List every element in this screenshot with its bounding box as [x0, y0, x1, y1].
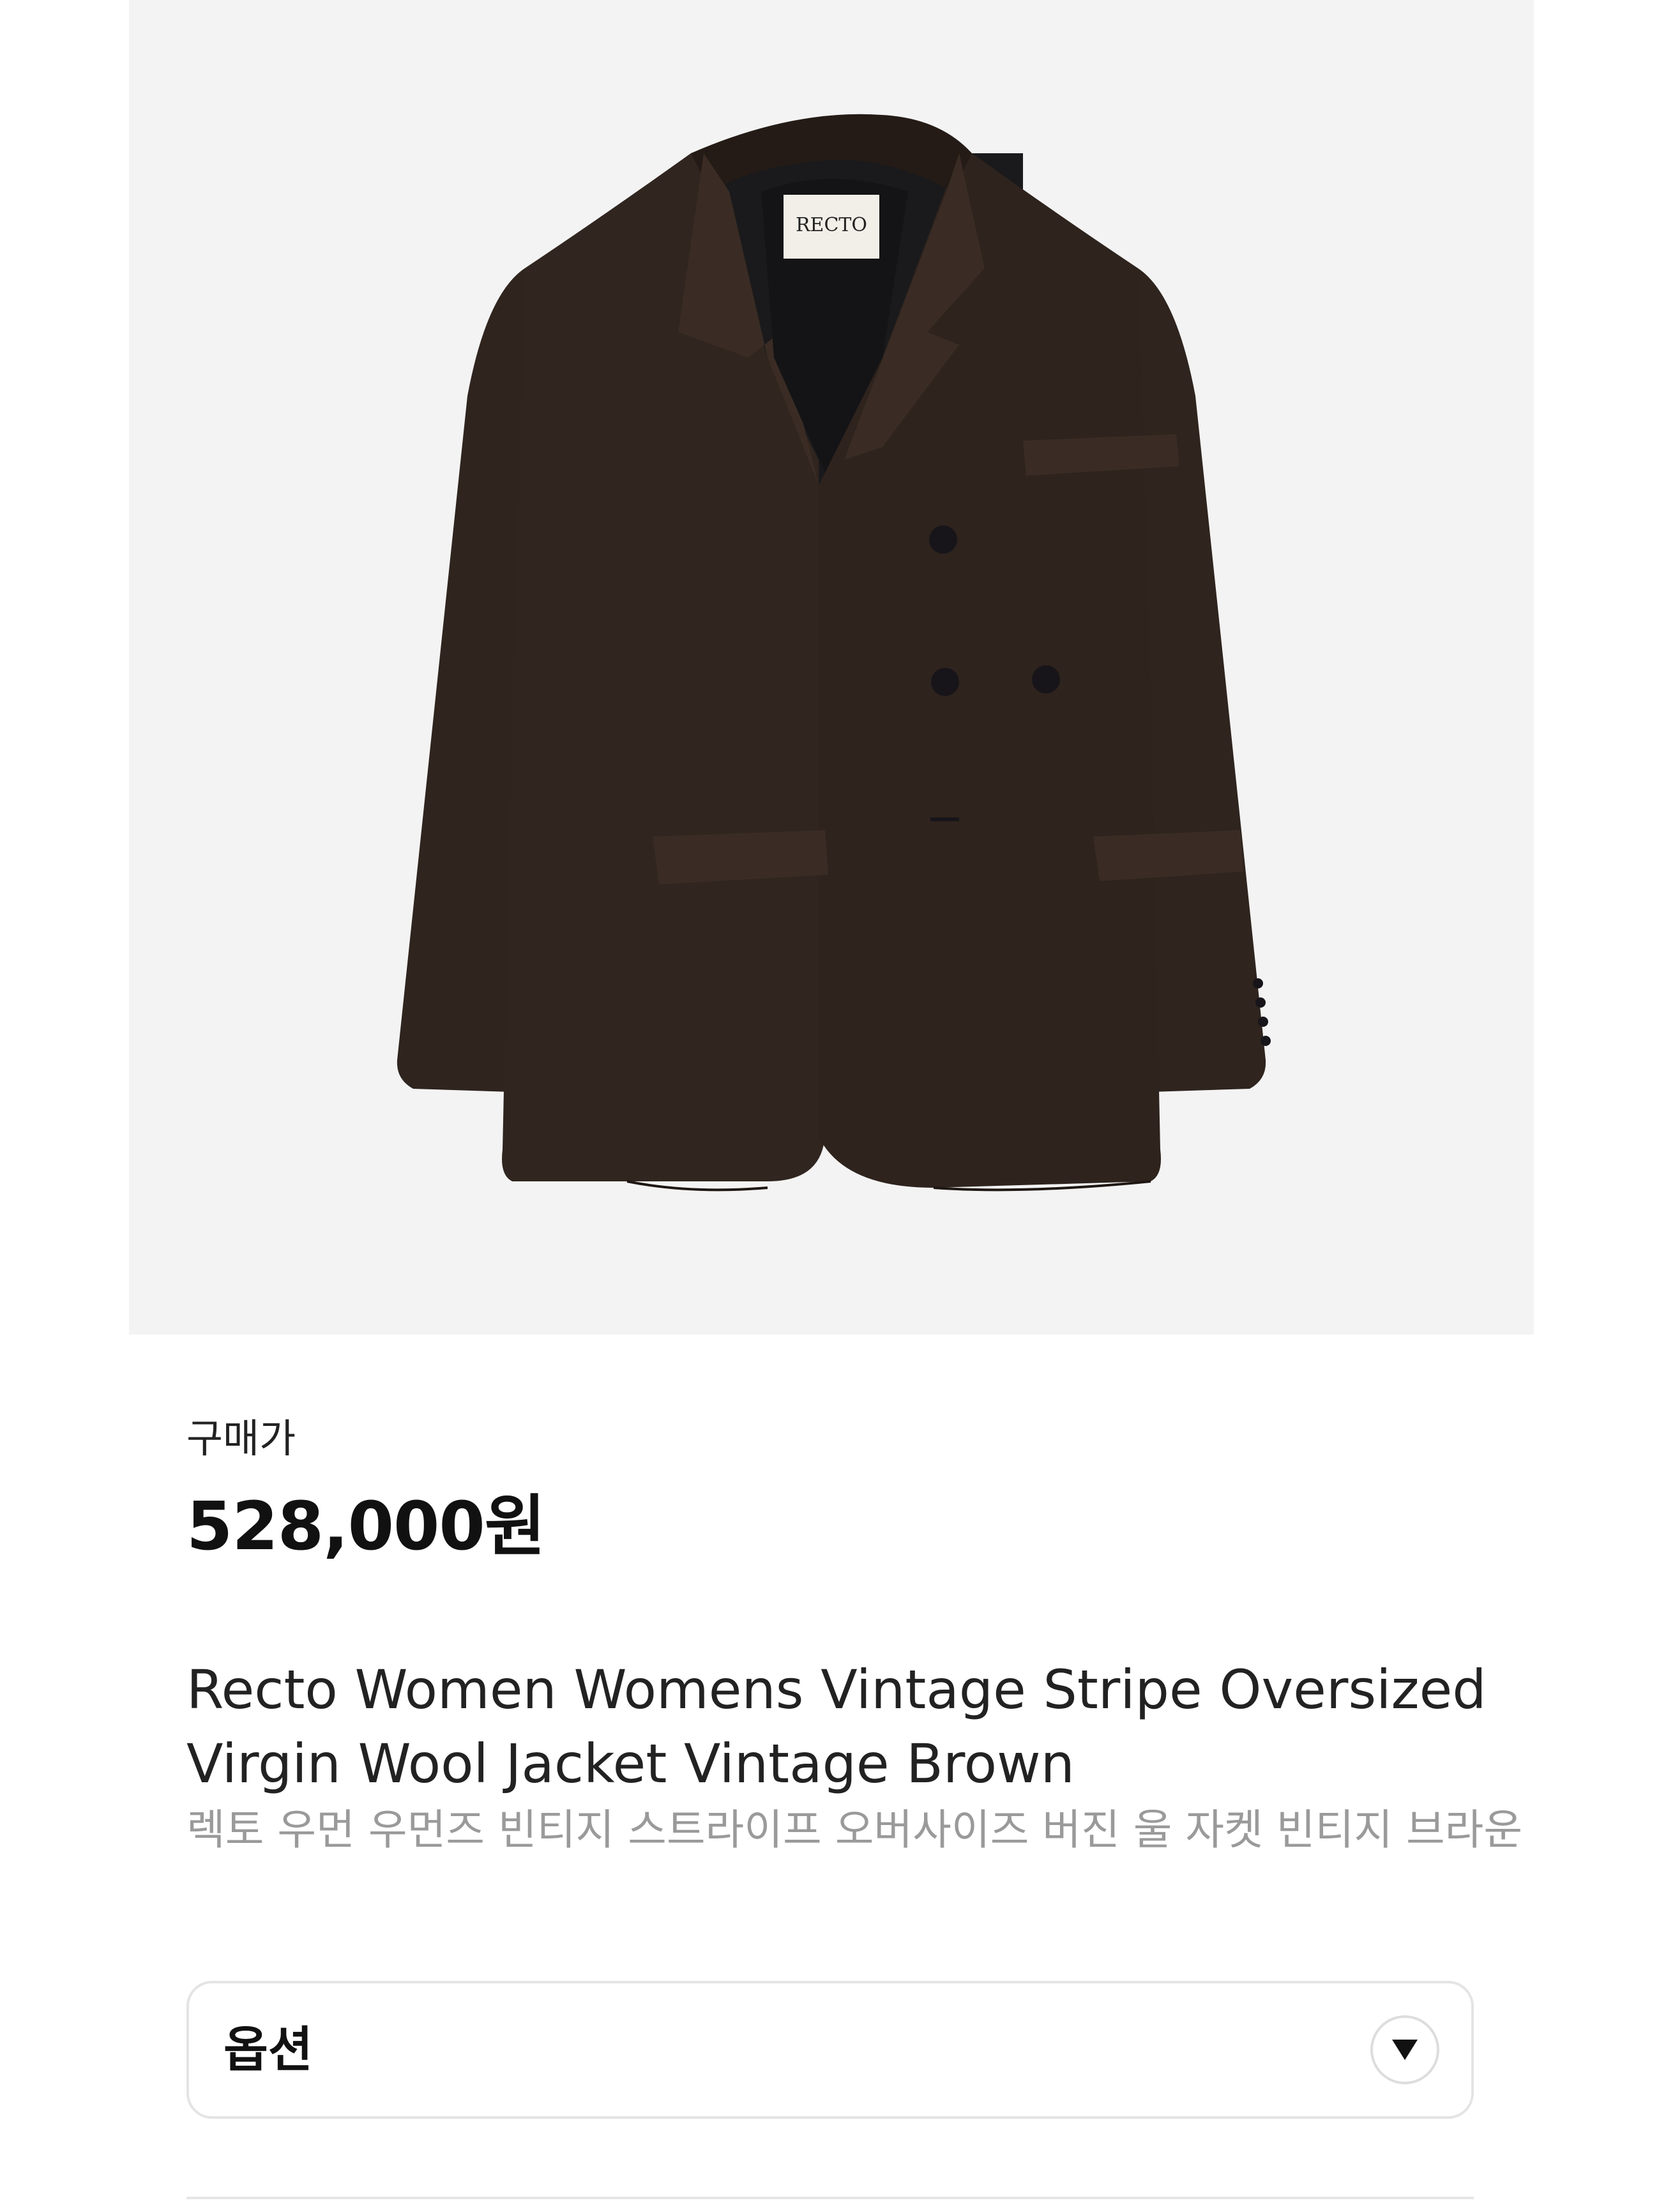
option-label: 옵션: [223, 2021, 313, 2078]
option-select[interactable]: 옵션: [186, 1981, 1474, 2119]
triangle-down-icon: [1392, 2040, 1418, 2060]
brand-label-text: RECTO: [795, 214, 868, 236]
product-title-en: Recto Women Womens Vintage Stripe Oversi…: [186, 1658, 1487, 1795]
product-image-panel[interactable]: RECTO: [129, 0, 1534, 1335]
product-title-ko: 렉토 우먼 우먼즈 빈티지 스트라이프 오버사이즈 버진 울 자켓 빈티지 브라…: [186, 1805, 1523, 1854]
option-toggle-button[interactable]: [1370, 2015, 1439, 2084]
section-divider: [186, 2197, 1474, 2199]
product-jacket-image: [397, 114, 1271, 1192]
price-label: 구매가: [186, 1415, 296, 1462]
price-value: 528,000원: [186, 1487, 545, 1565]
